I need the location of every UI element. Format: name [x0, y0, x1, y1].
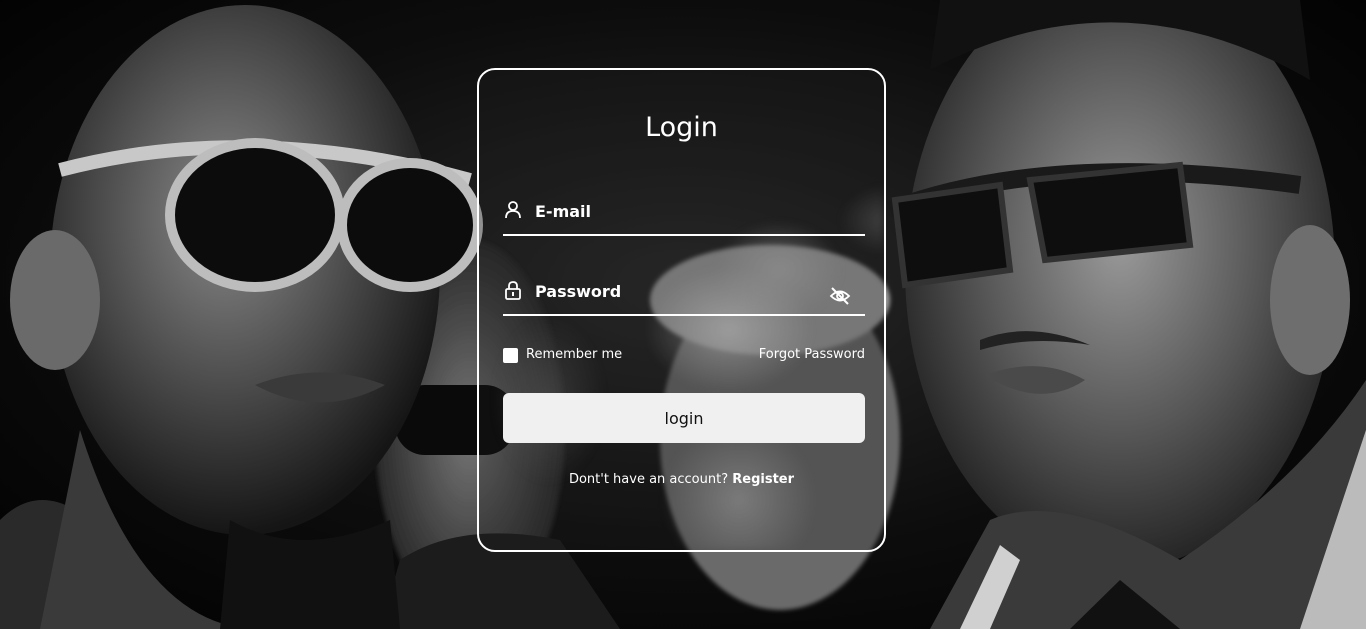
remember-me-checkbox[interactable]: [503, 348, 518, 363]
remember-me-label[interactable]: Remember me: [526, 347, 622, 362]
email-label: E-mail: [535, 202, 592, 221]
register-row: Dont't have an account? Register: [479, 472, 884, 487]
lock-icon: [503, 280, 523, 300]
eye-off-icon[interactable]: [829, 286, 851, 306]
register-link[interactable]: Register: [732, 472, 794, 487]
page-title: Login: [645, 112, 718, 143]
user-icon: [503, 200, 523, 220]
forgot-password-link[interactable]: Forgot Password: [759, 347, 865, 362]
password-field[interactable]: Password: [503, 274, 865, 316]
no-account-text: Dont't have an account?: [568, 472, 733, 487]
options-row: Remember me Forgot Password: [503, 346, 865, 366]
login-button[interactable]: login: [503, 393, 865, 443]
login-card: Login E-mail Password Remember me Forgot…: [477, 68, 886, 552]
email-field[interactable]: E-mail: [503, 194, 865, 236]
password-label: Password: [535, 282, 622, 301]
